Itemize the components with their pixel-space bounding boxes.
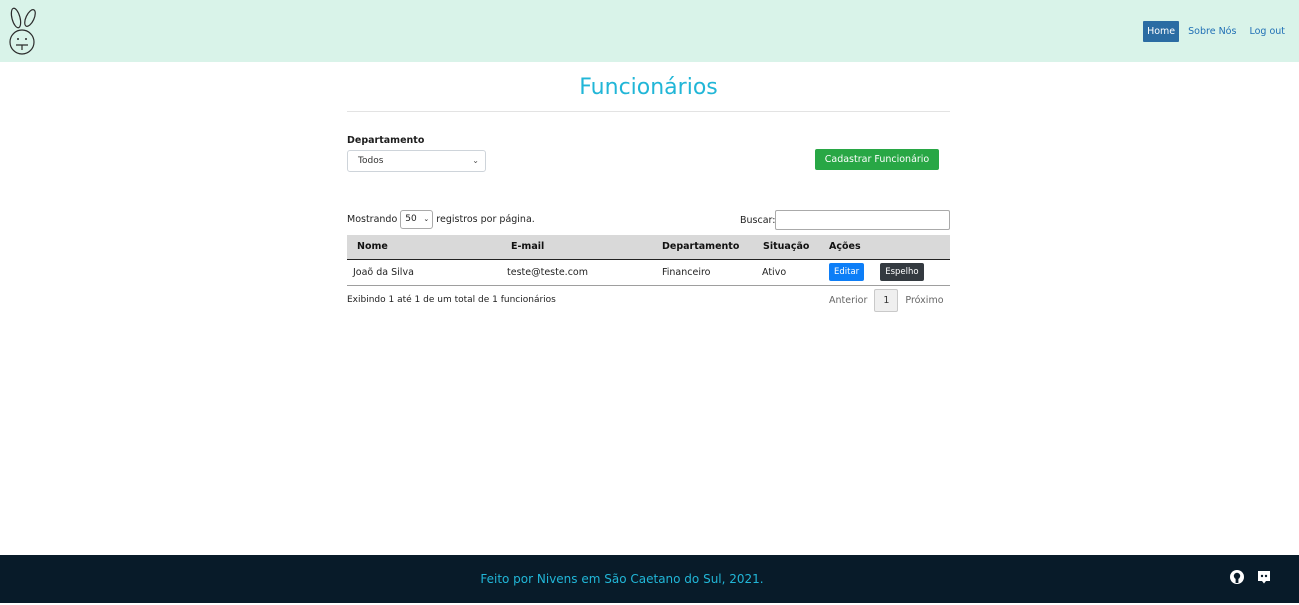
table-row: Joaõ da Silva teste@teste.com Financeiro…: [347, 259, 950, 285]
cell-departamento: Financeiro: [662, 266, 711, 278]
column-header-email[interactable]: E-mail: [497, 235, 657, 260]
search-label: Buscar:: [740, 215, 776, 226]
department-label: Departamento: [347, 135, 425, 146]
bunny-logo-icon[interactable]: [6, 6, 42, 58]
table-info: Exibindo 1 até 1 de um total de 1 funcio…: [347, 295, 556, 305]
cell-situacao: Ativo: [762, 266, 787, 278]
column-header-nome[interactable]: Nome: [347, 235, 497, 260]
page-length-value: 50: [405, 214, 417, 224]
table-header-row: Nome E-mail Departamento Situação Ações: [347, 235, 950, 260]
create-employee-button[interactable]: Cadastrar Funcionário: [815, 149, 939, 170]
cell-acoes: Editar Espelho: [819, 259, 950, 285]
nav-log-out[interactable]: Log out: [1245, 21, 1289, 42]
page-length-suffix: registros por página.: [436, 214, 535, 225]
employees-table: Nome E-mail Departamento Situação Ações …: [347, 235, 950, 286]
main-nav: Home Sobre Nós Log out: [1143, 21, 1289, 42]
pagination-previous[interactable]: Anterior: [822, 290, 874, 311]
discord-icon[interactable]: [1256, 569, 1272, 585]
department-selected-value: Todos: [358, 156, 384, 166]
title-divider: [347, 111, 950, 112]
footer-text: Feito por Nivens em São Caetano do Sul, …: [480, 572, 764, 586]
github-icon[interactable]: [1229, 569, 1245, 585]
chevron-down-icon: ⌄: [423, 215, 430, 223]
nav-home[interactable]: Home: [1143, 21, 1180, 42]
chevron-down-icon: ⌄: [472, 156, 479, 165]
page-length-select[interactable]: 50 ⌄: [400, 210, 434, 229]
pagination-next[interactable]: Próximo: [898, 290, 950, 311]
department-select[interactable]: Todos ⌄: [347, 150, 486, 172]
nav-sobre-nos[interactable]: Sobre Nós: [1184, 21, 1240, 42]
page-length-control: Mostrando 50 ⌄ registros por página.: [347, 210, 535, 229]
pagination-page-1[interactable]: 1: [874, 289, 899, 312]
page-title: Funcionários: [579, 75, 718, 100]
site-footer: Feito por Nivens em São Caetano do Sul, …: [0, 555, 1299, 603]
pagination: Anterior 1 Próximo: [822, 289, 951, 312]
column-header-situacao[interactable]: Situação: [749, 235, 819, 260]
cell-nome: Joaõ da Silva: [353, 266, 414, 278]
mirror-button[interactable]: Espelho: [880, 263, 924, 281]
search-input[interactable]: [775, 210, 950, 230]
column-header-departamento[interactable]: Departamento: [657, 235, 749, 260]
edit-button[interactable]: Editar: [829, 263, 865, 281]
page-length-prefix: Mostrando: [347, 214, 398, 225]
cell-email: teste@teste.com: [507, 266, 588, 278]
top-navbar: Home Sobre Nós Log out: [0, 0, 1299, 62]
column-header-acoes[interactable]: Ações: [819, 235, 950, 260]
